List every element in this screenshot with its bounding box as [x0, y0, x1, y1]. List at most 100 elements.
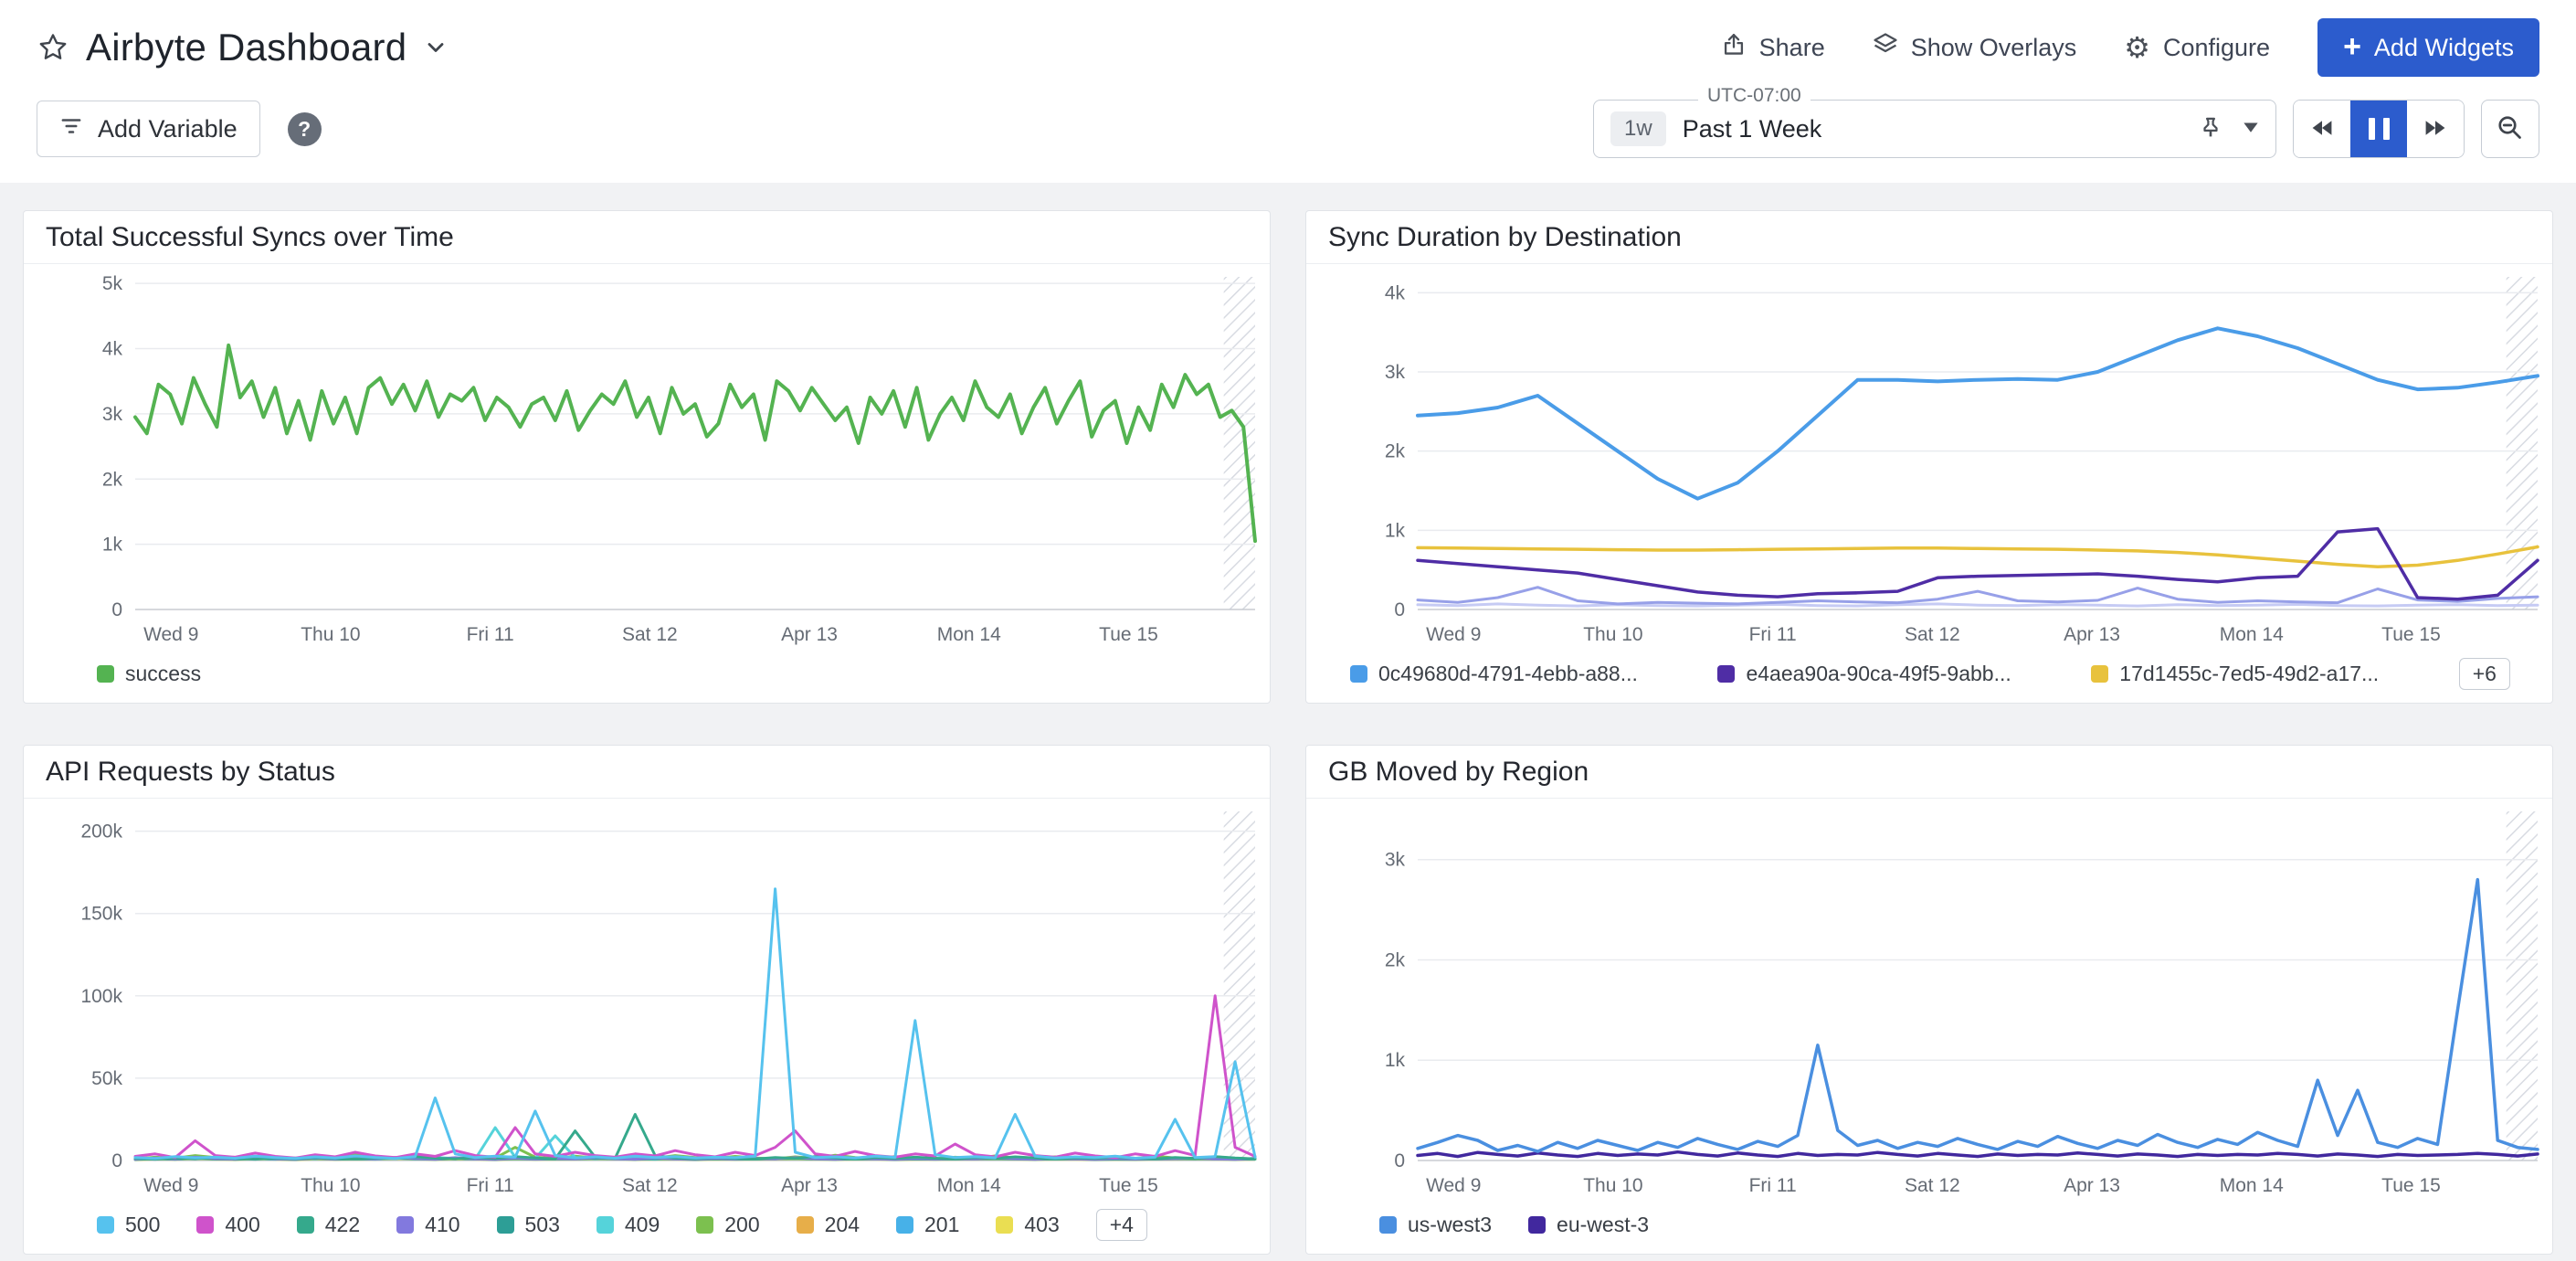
legend-item[interactable]: 500 — [97, 1213, 160, 1237]
title-chevron-down-icon[interactable] — [423, 35, 449, 60]
header-actions: Share Show Overlays ⚙ Configure + Add Wi… — [1721, 18, 2539, 77]
legend-item[interactable]: 17d1455c-7ed5-49d2-a17... — [2091, 662, 2379, 686]
time-range-picker[interactable]: 1w Past 1 Week — [1593, 100, 2276, 158]
svg-text:200k: 200k — [80, 821, 122, 842]
timeseries-chart[interactable]: 050k100k150k200kWed 9Thu 10Fri 11Sat 12A… — [24, 799, 1270, 1203]
legend-color-swatch — [696, 1216, 713, 1234]
zoom-out-button[interactable] — [2481, 100, 2539, 158]
svg-text:Sat 12: Sat 12 — [622, 624, 678, 645]
legend-item[interactable]: 0c49680d-4791-4ebb-a88... — [1350, 662, 1638, 686]
legend-item[interactable]: 200 — [696, 1213, 759, 1237]
legend-item[interactable]: 410 — [396, 1213, 459, 1237]
pause-icon — [2369, 118, 2390, 140]
svg-text:Wed 9: Wed 9 — [143, 1175, 198, 1196]
svg-text:2k: 2k — [1385, 949, 1406, 970]
time-range-label: Past 1 Week — [1683, 115, 1822, 143]
pause-button[interactable] — [2350, 101, 2407, 157]
svg-text:4k: 4k — [102, 339, 123, 360]
dashboard-page: Airbyte Dashboard Share Show Overlays ⚙ … — [0, 0, 2576, 1255]
legend-item[interactable]: 400 — [196, 1213, 259, 1237]
legend-label: 410 — [425, 1213, 459, 1237]
fast-forward-icon — [2423, 117, 2447, 142]
legend-label: e4aea90a-90ca-49f5-9abb... — [1746, 662, 2011, 686]
timeseries-chart[interactable]: 01k2k3kWed 9Thu 10Fri 11Sat 12Apr 13Mon … — [1306, 799, 2552, 1203]
dashboard-title: Airbyte Dashboard — [86, 26, 406, 69]
header-title-row: Airbyte Dashboard Share Show Overlays ⚙ … — [37, 0, 2539, 88]
add-variable-button[interactable]: Add Variable — [37, 101, 260, 157]
svg-text:Mon 14: Mon 14 — [2220, 624, 2284, 645]
configure-button[interactable]: ⚙ Configure — [2124, 33, 2270, 62]
svg-text:Thu 10: Thu 10 — [301, 1175, 360, 1196]
share-button[interactable]: Share — [1721, 32, 1825, 64]
title-group: Airbyte Dashboard — [37, 26, 449, 69]
svg-text:Sat 12: Sat 12 — [1905, 624, 1960, 645]
legend-item[interactable]: 422 — [297, 1213, 360, 1237]
favorite-star-icon[interactable] — [37, 31, 69, 64]
legend-item[interactable]: us-west3 — [1379, 1213, 1492, 1237]
legend-overflow-badge[interactable]: +4 — [1096, 1209, 1147, 1241]
svg-text:3k: 3k — [1385, 850, 1406, 871]
legend-item[interactable]: 201 — [896, 1213, 959, 1237]
svg-text:Fri 11: Fri 11 — [1749, 624, 1797, 645]
widget-gb-moved-by-region: GB Moved by Region 01k2k3kWed 9Thu 10Fri… — [1305, 745, 2553, 1255]
share-icon — [1721, 32, 1747, 64]
legend-overflow-badge[interactable]: +6 — [2459, 658, 2510, 690]
svg-text:Thu 10: Thu 10 — [301, 624, 360, 645]
legend-label: 204 — [825, 1213, 860, 1237]
legend-item[interactable]: success — [97, 662, 201, 686]
timeseries-chart[interactable]: 01k2k3k4k5kWed 9Thu 10Fri 11Sat 12Apr 13… — [24, 264, 1270, 652]
time-range-chip[interactable]: 1w — [1610, 111, 1666, 146]
svg-text:150k: 150k — [80, 904, 122, 925]
legend-label: 17d1455c-7ed5-49d2-a17... — [2119, 662, 2379, 686]
svg-text:5k: 5k — [102, 273, 123, 294]
layers-icon — [1873, 32, 1898, 64]
legend-color-swatch — [1528, 1216, 1546, 1234]
legend-item[interactable]: 503 — [497, 1213, 560, 1237]
svg-text:Tue 15: Tue 15 — [1099, 624, 1158, 645]
legend-label: success — [125, 662, 201, 686]
timezone-label: UTC-07:00 — [1698, 85, 1811, 107]
svg-text:Tue 15: Tue 15 — [2381, 624, 2441, 645]
pin-icon[interactable] — [2199, 115, 2222, 143]
svg-text:2k: 2k — [1385, 441, 1406, 462]
legend-item[interactable]: e4aea90a-90ca-49f5-9abb... — [1717, 662, 2011, 686]
legend-label: 400 — [225, 1213, 259, 1237]
legend-label: 200 — [724, 1213, 759, 1237]
svg-text:Apr 13: Apr 13 — [2064, 1175, 2120, 1196]
svg-text:1k: 1k — [1385, 520, 1406, 541]
legend-label: 500 — [125, 1213, 160, 1237]
svg-text:Apr 13: Apr 13 — [2064, 624, 2120, 645]
variables-area: Add Variable ? — [37, 101, 322, 157]
svg-text:50k: 50k — [91, 1068, 122, 1089]
widget-title: GB Moved by Region — [1306, 746, 2552, 799]
svg-text:1k: 1k — [1385, 1050, 1406, 1071]
svg-text:0: 0 — [111, 599, 122, 620]
time-backward-button[interactable] — [2294, 101, 2350, 157]
chart-legend: success — [24, 652, 1270, 703]
show-overlays-button[interactable]: Show Overlays — [1873, 32, 2077, 64]
svg-text:Wed 9: Wed 9 — [1426, 624, 1481, 645]
chart-legend: 500 400 422 410 503 409 200 204 201 403 +4 — [24, 1203, 1270, 1254]
svg-text:0: 0 — [1394, 1150, 1405, 1171]
timeseries-chart[interactable]: 01k2k3k4kWed 9Thu 10Fri 11Sat 12Apr 13Mo… — [1306, 264, 2552, 652]
legend-item[interactable]: 409 — [596, 1213, 660, 1237]
svg-text:Sat 12: Sat 12 — [1905, 1175, 1960, 1196]
playback-controls — [2293, 100, 2465, 158]
zoom-out-icon — [2497, 114, 2524, 144]
svg-text:4k: 4k — [1385, 282, 1406, 303]
header-controls-row: Add Variable ? UTC-07:00 1w Past 1 Week — [37, 88, 2539, 183]
svg-text:3k: 3k — [102, 404, 123, 425]
caret-down-icon[interactable] — [2243, 121, 2259, 138]
svg-text:Mon 14: Mon 14 — [2220, 1175, 2284, 1196]
help-icon[interactable]: ? — [288, 112, 322, 146]
svg-text:Fri 11: Fri 11 — [467, 1175, 514, 1196]
time-forward-button[interactable] — [2407, 101, 2464, 157]
legend-item[interactable]: eu-west-3 — [1528, 1213, 1649, 1237]
legend-label: eu-west-3 — [1557, 1213, 1649, 1237]
add-widgets-button[interactable]: + Add Widgets — [2317, 18, 2539, 77]
svg-text:Thu 10: Thu 10 — [1583, 624, 1642, 645]
legend-item[interactable]: 204 — [797, 1213, 860, 1237]
legend-item[interactable]: 403 — [996, 1213, 1059, 1237]
legend-color-swatch — [97, 1216, 114, 1234]
legend-color-swatch — [596, 1216, 614, 1234]
